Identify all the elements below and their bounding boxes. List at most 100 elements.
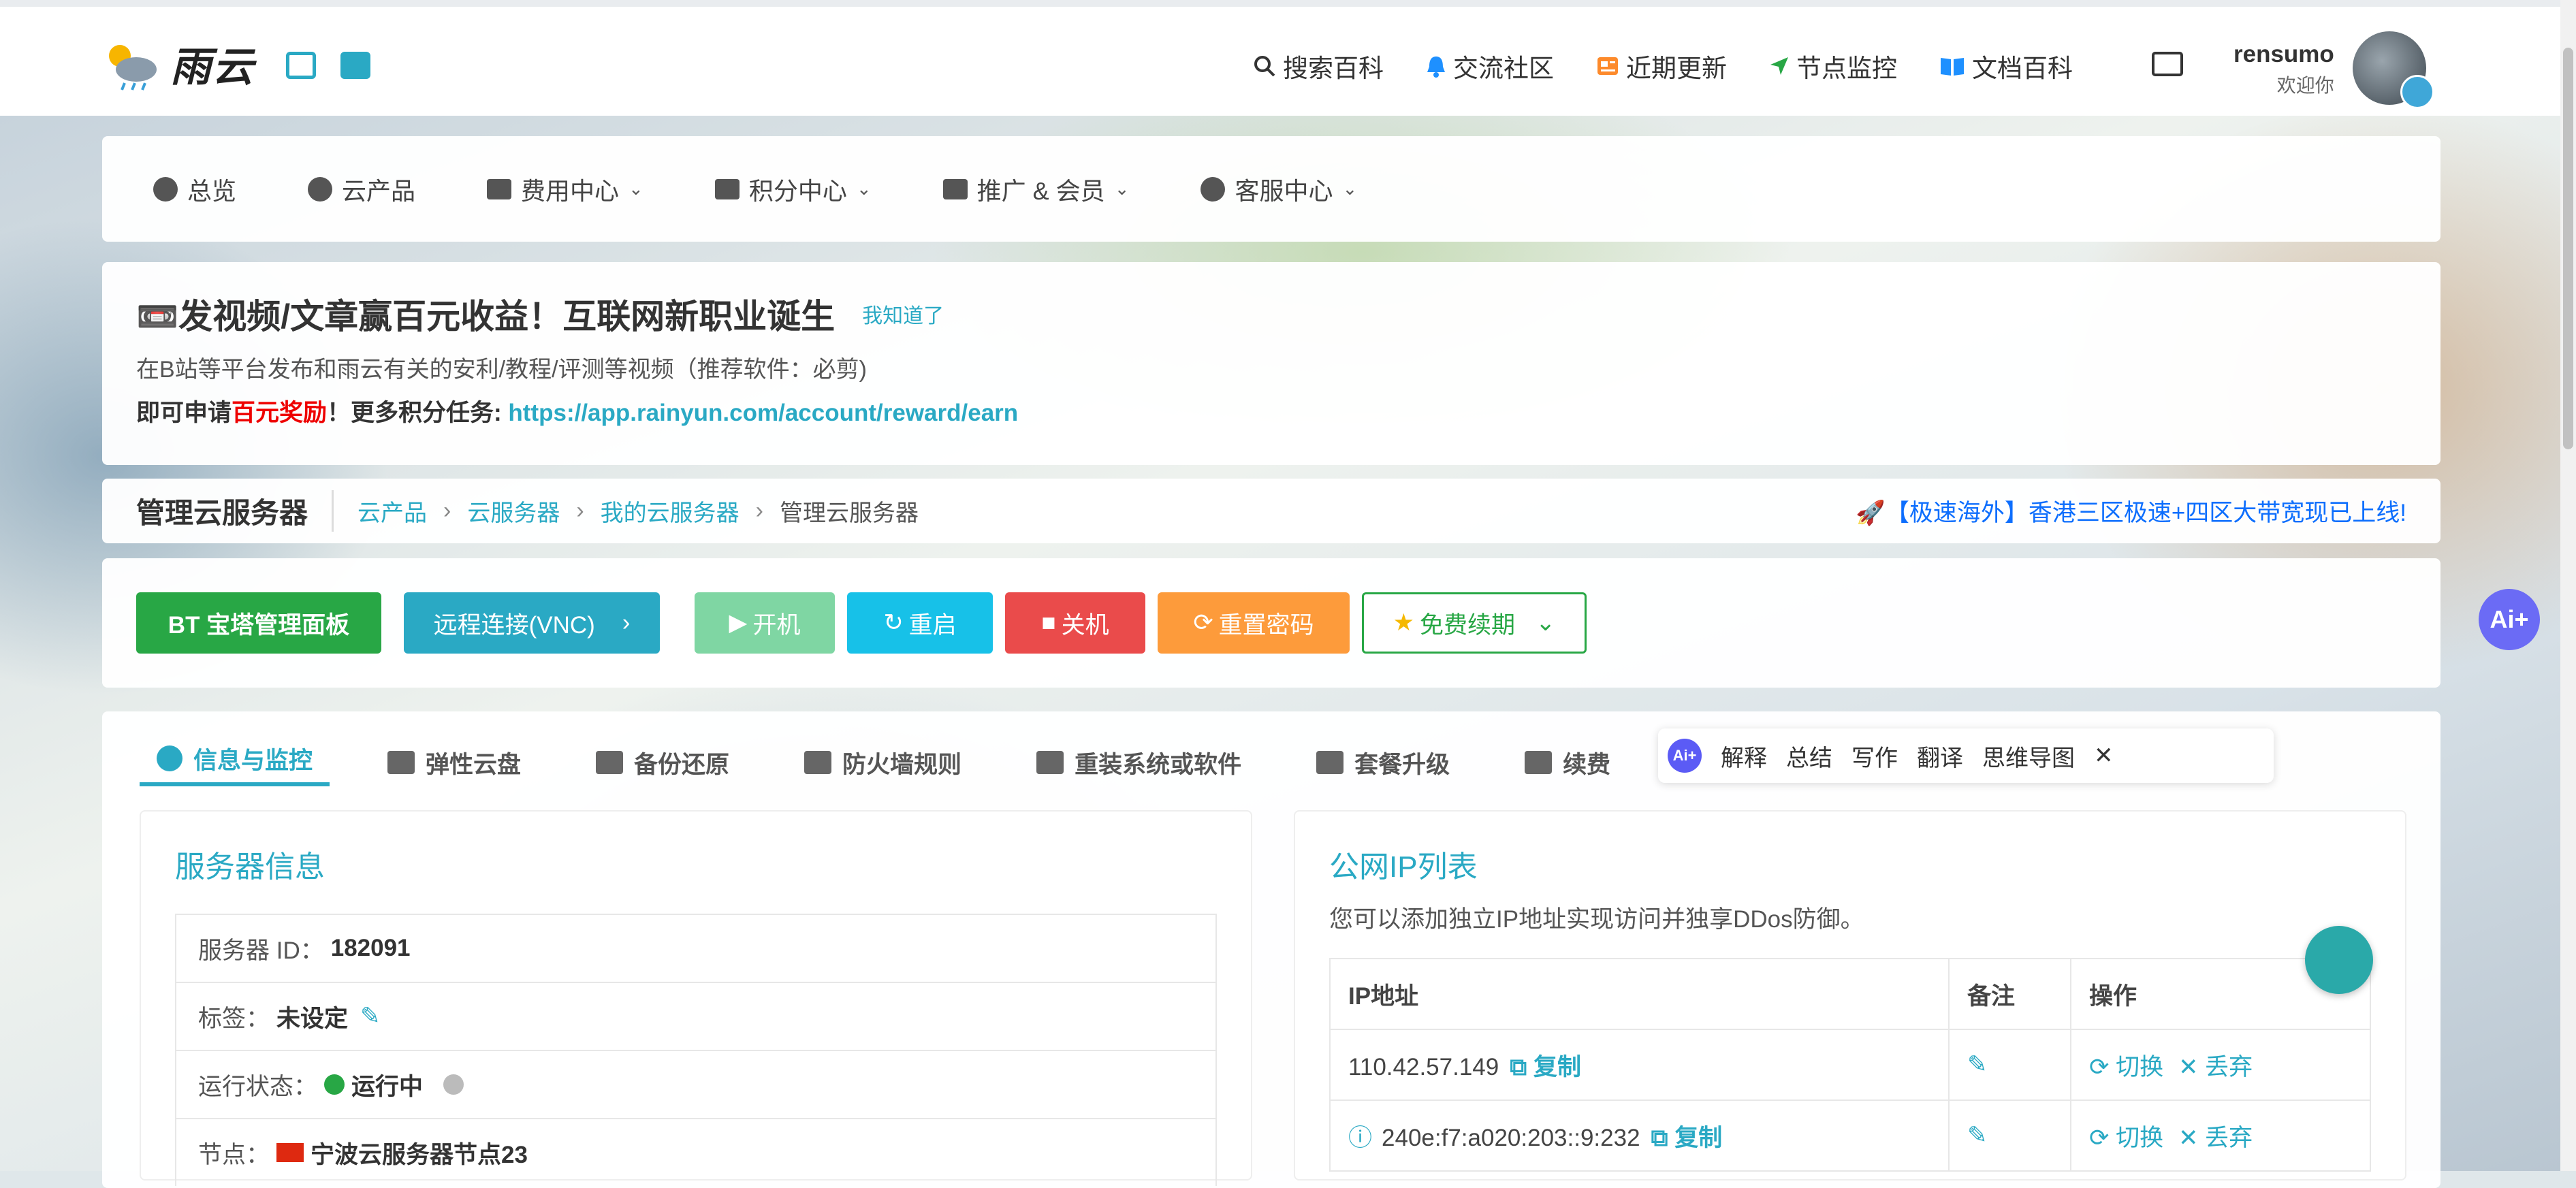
copy-button[interactable]: ⧉ 复制 xyxy=(1651,1125,1723,1151)
scrollbar-thumb[interactable] xyxy=(2563,48,2573,449)
user-info[interactable]: rensumo 欢迎你 xyxy=(2233,41,2334,98)
header-link-community[interactable]: 交流社区 xyxy=(1426,48,1554,84)
dismiss-link[interactable]: 我知道了 xyxy=(862,299,944,329)
action-bar: BT 宝塔管理面板 远程连接(VNC) › ▶ 开机 ↻ 重启 ■ 关机 ⟳ 重置密码 ★… xyxy=(102,558,2440,688)
ai-write-button[interactable]: 写作 xyxy=(1851,739,1898,773)
switch-button[interactable]: ⟳ 切换 xyxy=(2089,1125,2163,1151)
chevron-right-icon: › xyxy=(755,498,763,524)
tab-firewall[interactable]: 防火墙规则 xyxy=(787,739,979,786)
header-link-updates[interactable]: 近期更新 xyxy=(1596,48,1727,84)
header-link-docs[interactable]: 文档百科 xyxy=(1939,48,2073,84)
tab-backup[interactable]: 备份还原 xyxy=(579,739,746,786)
close-icon[interactable]: ✕ xyxy=(2094,742,2114,769)
logo[interactable]: 雨云 xyxy=(101,34,255,93)
chevron-down-icon: ⌄ xyxy=(1114,178,1130,199)
bt-panel-button[interactable]: BT 宝塔管理面板 xyxy=(136,592,381,654)
tag-row: 标签： 未设定 ✎ xyxy=(175,982,1217,1050)
breadcrumb-item[interactable]: 我的云服务器 xyxy=(601,494,740,528)
cubes-icon xyxy=(308,176,333,202)
nav-cloud-products[interactable]: 云产品 xyxy=(308,172,415,207)
ai-summary-button[interactable]: 总结 xyxy=(1786,739,1832,773)
vnc-button[interactable]: 远程连接(VNC) › xyxy=(404,592,660,654)
shutdown-button[interactable]: ■ 关机 xyxy=(1005,592,1145,654)
status-value: 运行中 xyxy=(351,1073,424,1100)
edit-icon[interactable]: ✎ xyxy=(1967,1051,1987,1078)
redo-icon: ↻ xyxy=(883,609,904,636)
restart-button[interactable]: ↻ 重启 xyxy=(847,592,993,654)
money-icon xyxy=(487,178,512,199)
ai-explain-button[interactable]: 解释 xyxy=(1721,739,1767,773)
tab-upgrade[interactable]: 套餐升级 xyxy=(1299,739,1467,786)
translate-icon[interactable] xyxy=(340,52,370,79)
nav-support[interactable]: 客服中心 ⌄ xyxy=(1200,172,1357,207)
dashboard-icon xyxy=(153,176,178,202)
switch-button[interactable]: ⟳ 切换 xyxy=(2089,1054,2163,1080)
free-renew-button[interactable]: ★ 免费续期 ⌄ xyxy=(1362,592,1587,654)
tab-renewal[interactable]: 续费 xyxy=(1508,739,1627,786)
reset-password-button[interactable]: ⟳ 重置密码 xyxy=(1158,592,1350,654)
switch-label: 切换 xyxy=(2116,1124,2164,1151)
chevron-right-icon: › xyxy=(443,498,451,524)
money-icon xyxy=(1525,751,1553,774)
header-link-label: 交流社区 xyxy=(1453,54,1554,82)
window-top-strip xyxy=(0,0,2576,7)
shutdown-label: 关机 xyxy=(1061,611,1109,639)
announcement-title: 📼发视频/文章赢百元收益！互联网新职业诞生 xyxy=(136,298,836,336)
tab-reinstall[interactable]: 重装系统或软件 xyxy=(1019,739,1258,786)
field-label: 运行状态： xyxy=(198,1073,318,1100)
vnc-label: 远程连接(VNC) xyxy=(433,611,595,639)
discard-button[interactable]: ✕ 丢弃 xyxy=(2178,1125,2253,1151)
nav-label: 客服中心 xyxy=(1235,176,1333,205)
bell-icon xyxy=(1427,57,1445,78)
play-icon: ▶ xyxy=(729,609,748,636)
tab-label: 备份还原 xyxy=(634,751,730,778)
breadcrumb-item[interactable]: 云服务器 xyxy=(467,494,560,528)
header-link-search[interactable]: 搜索百科 xyxy=(1253,48,1384,84)
copy-button[interactable]: ⧉ 复制 xyxy=(1510,1054,1581,1080)
server-tabs: 信息与监控 弹性云盘 备份还原 防火墙规则 重装系统或软件 套餐升级 续费 xyxy=(140,739,1730,786)
ai-assistant-button[interactable]: Ai+ xyxy=(2479,589,2540,650)
discard-label: 丢弃 xyxy=(2205,1124,2253,1151)
ai-mindmap-button[interactable]: 思维导图 xyxy=(1982,739,2075,773)
location-arrow-icon xyxy=(1770,57,1788,75)
reward-link[interactable]: https://app.rainyun.com/account/reward/e… xyxy=(508,400,1018,426)
nav-points[interactable]: 积分中心 ⌄ xyxy=(714,172,872,207)
nav-billing[interactable]: 费用中心 ⌄ xyxy=(487,172,643,207)
question-icon[interactable] xyxy=(443,1074,464,1095)
announcement-title-row: 📼发视频/文章赢百元收益！互联网新职业诞生 我知道了 xyxy=(136,289,2406,338)
customer-service-headset-icon[interactable] xyxy=(2305,926,2373,994)
user-name: rensumo xyxy=(2233,41,2334,67)
power-on-label: 开机 xyxy=(752,611,801,639)
scrollbar[interactable] xyxy=(2560,0,2576,1171)
ai-icon[interactable]: Ai+ xyxy=(1668,739,1702,773)
field-label: 服务器 ID： xyxy=(198,937,324,964)
breadcrumb-item[interactable]: 云产品 xyxy=(357,494,427,528)
discard-button[interactable]: ✕ 丢弃 xyxy=(2178,1054,2253,1080)
header-nav: 搜索百科 交流社区 近期更新 节点监控 文档百科 xyxy=(1253,48,2073,84)
tab-label: 套餐升级 xyxy=(1354,751,1450,778)
column-header: IP地址 xyxy=(1329,958,1950,1030)
image-icon[interactable] xyxy=(286,52,316,79)
table-row: ⓘ 240e:f7:a020:203::9:232 ⧉ 复制 ✎ ⟳ 切换 ✕ 丢弃 xyxy=(1329,1099,2371,1172)
reset-password-label: 重置密码 xyxy=(1218,611,1314,639)
reward-text: ！更多积分任务: xyxy=(327,400,509,426)
edit-icon[interactable]: ✎ xyxy=(360,1003,380,1030)
server-icon xyxy=(596,751,624,774)
book-icon xyxy=(1941,58,1964,76)
ai-translate-button[interactable]: 翻译 xyxy=(1917,739,1963,773)
tab-elastic-disk[interactable]: 弹性云盘 xyxy=(370,739,538,786)
tab-info-monitor[interactable]: 信息与监控 xyxy=(140,739,330,786)
nav-referral[interactable]: 推广 & 会员 ⌄ xyxy=(942,172,1130,207)
mail-icon[interactable] xyxy=(2152,52,2183,76)
free-renew-label: 免费续期 xyxy=(1420,611,1516,639)
reward-highlight: 百元奖励 xyxy=(232,400,328,426)
nav-overview[interactable]: 总览 xyxy=(153,172,236,207)
main-nav: 总览 云产品 费用中心 ⌄ 积分中心 ⌄ 推广 & 会员 ⌄ 客服中心 ⌄ xyxy=(102,136,2440,242)
edit-icon[interactable]: ✎ xyxy=(1967,1122,1987,1149)
header-link-monitor[interactable]: 节点监控 xyxy=(1769,48,1897,84)
tab-label: 重装系统或软件 xyxy=(1075,751,1242,778)
promo-link[interactable]: 🚀【极速海外】香港三区极速+四区大带宽现已上线! xyxy=(1856,494,2406,528)
table-row: 110.42.57.149 ⧉ 复制 ✎ ⟳ 切换 ✕ 丢弃 xyxy=(1329,1029,2371,1101)
field-label: 节点： xyxy=(198,1141,270,1168)
power-on-button[interactable]: ▶ 开机 xyxy=(695,592,835,654)
